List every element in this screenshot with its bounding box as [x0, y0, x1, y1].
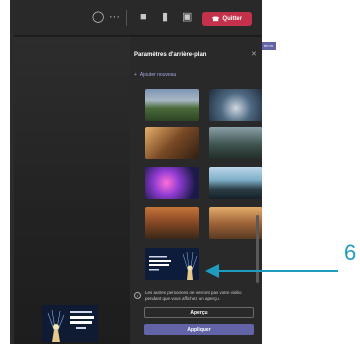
- background-option[interactable]: [209, 127, 262, 159]
- add-new-label: Ajouter nouveau: [139, 72, 177, 78]
- self-video-preview: [42, 305, 98, 342]
- panel-scrollbar[interactable]: [256, 215, 259, 283]
- background-option[interactable]: [145, 207, 199, 239]
- more-icon[interactable]: ···: [109, 11, 120, 23]
- callout-number: 6: [344, 240, 357, 265]
- background-option[interactable]: [145, 127, 199, 159]
- callout-arrow: [218, 270, 338, 272]
- phone-hangup-icon: ☎: [211, 16, 220, 23]
- leave-button-label: Quitter: [222, 16, 243, 22]
- background-option[interactable]: [209, 207, 262, 239]
- offscreen-tag: en m: [262, 42, 276, 50]
- camera-icon[interactable]: ■: [140, 11, 147, 23]
- add-new-button[interactable]: + Ajouter nouveau: [134, 72, 176, 78]
- leave-button[interactable]: ☎ Quitter: [202, 12, 252, 26]
- background-option[interactable]: [145, 167, 199, 199]
- close-icon[interactable]: ✕: [251, 50, 257, 58]
- chat-icon[interactable]: ◯: [92, 11, 104, 23]
- background-settings-panel: Paramètres d'arrière-plan ✕ + Ajouter no…: [130, 37, 262, 344]
- teams-meeting-window: ◯ ··· ■ ▮ ▣ ☎ Quitter Paramètres d'arriè…: [14, 0, 262, 344]
- left-margin: [0, 0, 14, 344]
- background-option[interactable]: [209, 167, 262, 199]
- custom-background-option[interactable]: [145, 248, 199, 280]
- apply-button[interactable]: Appliquer: [144, 324, 254, 335]
- background-option[interactable]: [209, 89, 262, 121]
- preview-button[interactable]: Aperçu: [144, 307, 254, 318]
- panel-title: Paramètres d'arrière-plan: [134, 52, 207, 58]
- meeting-stage: [14, 37, 130, 344]
- callout-arrowhead: [205, 264, 219, 278]
- preview-info-text: Les autres personnes ne verront pas votr…: [145, 290, 242, 301]
- preview-info: i Les autres personnes ne verront pas vo…: [134, 290, 258, 302]
- mic-icon[interactable]: ▮: [162, 11, 168, 23]
- plus-icon: +: [134, 72, 137, 78]
- meeting-toolbar: ◯ ··· ■ ▮ ▣ ☎ Quitter: [14, 0, 262, 36]
- info-icon: i: [134, 292, 141, 299]
- background-option[interactable]: [145, 89, 199, 121]
- share-icon[interactable]: ▣: [182, 11, 192, 23]
